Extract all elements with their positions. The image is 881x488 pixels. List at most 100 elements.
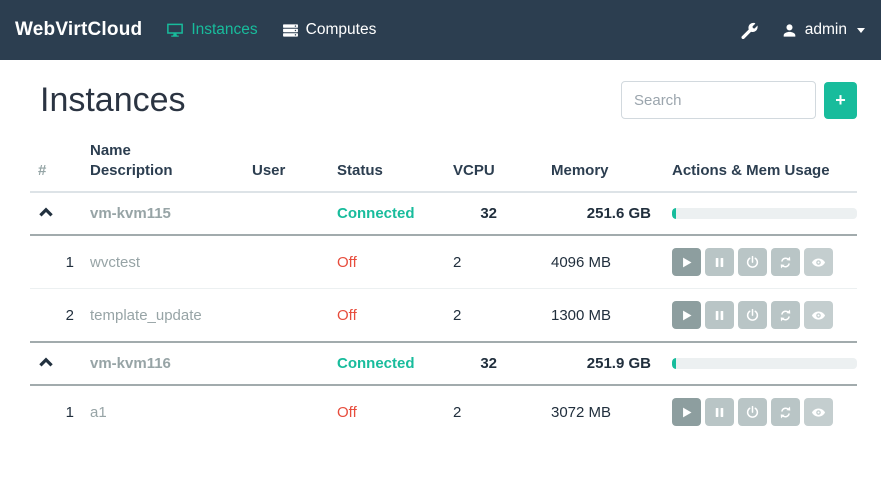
- instance-name-link[interactable]: a1: [90, 404, 107, 421]
- instance-row: 1 wvctest Off 2 4096 MB: [30, 235, 857, 289]
- power-icon: [745, 255, 760, 270]
- top-navbar: WebVirtCloud Instances Computes admin: [0, 0, 881, 60]
- main-content: Instances + # Name Description: [0, 80, 881, 438]
- power-button[interactable]: [738, 398, 767, 426]
- host-user-cell: [244, 342, 329, 385]
- power-button[interactable]: [738, 301, 767, 329]
- instance-index: 1: [30, 235, 82, 289]
- header-actions: Actions & Mem Usage: [664, 133, 857, 193]
- instances-table: # Name Description User Status VCPU Memo…: [30, 133, 857, 439]
- play-icon: [679, 308, 694, 323]
- host-vcpu: 32: [445, 342, 543, 385]
- user-menu-dropdown[interactable]: admin: [782, 21, 865, 39]
- eye-icon: [811, 308, 826, 323]
- instance-status: Off: [337, 404, 357, 421]
- nav-item-instances[interactable]: Instances: [166, 21, 257, 39]
- play-button[interactable]: [672, 248, 701, 276]
- power-button[interactable]: [738, 248, 767, 276]
- eye-button[interactable]: [804, 301, 833, 329]
- wrench-icon[interactable]: [741, 22, 758, 39]
- host-name-link[interactable]: vm-kvm116: [90, 355, 171, 372]
- header-name-description: Name Description: [82, 133, 244, 193]
- instance-row: 1 a1 Off 2 3072 MB: [30, 385, 857, 438]
- page-header: Instances +: [30, 80, 857, 121]
- page-title: Instances: [40, 80, 186, 121]
- user-icon: [782, 23, 797, 38]
- desktop-icon: [166, 21, 184, 39]
- refresh-button[interactable]: [771, 301, 800, 329]
- instance-vcpu: 2: [445, 235, 543, 289]
- power-icon: [745, 308, 760, 323]
- pause-button[interactable]: [705, 301, 734, 329]
- header-memory: Memory: [543, 133, 664, 193]
- table-header-row: # Name Description User Status VCPU Memo…: [30, 133, 857, 193]
- play-icon: [679, 255, 694, 270]
- refresh-icon: [778, 308, 793, 323]
- host-vcpu: 32: [445, 192, 543, 235]
- play-button[interactable]: [672, 398, 701, 426]
- header-user: User: [244, 133, 329, 193]
- refresh-button[interactable]: [771, 398, 800, 426]
- host-memory: 251.9 GB: [543, 342, 664, 385]
- add-instance-button[interactable]: +: [824, 82, 857, 119]
- instance-user-cell: [244, 235, 329, 289]
- nav-item-computes[interactable]: Computes: [282, 21, 377, 39]
- host-row: vm-kvm116 Connected 32 251.9 GB: [30, 342, 857, 385]
- host-user-cell: [244, 192, 329, 235]
- collapse-group-button[interactable]: [38, 204, 54, 223]
- instance-row: 2 template_update Off 2 1300 MB: [30, 289, 857, 343]
- instance-index: 2: [30, 289, 82, 343]
- header-status: Status: [329, 133, 445, 193]
- instance-name-link[interactable]: wvctest: [90, 254, 140, 271]
- nav-item-label: Instances: [191, 21, 257, 39]
- header-index: #: [30, 133, 82, 193]
- mem-usage-bar: [672, 358, 857, 369]
- refresh-icon: [778, 255, 793, 270]
- instance-memory: 4096 MB: [543, 235, 664, 289]
- instance-user-cell: [244, 385, 329, 438]
- search-toolbar: +: [621, 81, 857, 119]
- collapse-group-button[interactable]: [38, 354, 54, 373]
- mem-usage-bar: [672, 208, 857, 219]
- brand-link[interactable]: WebVirtCloud: [15, 19, 142, 41]
- instance-name-link[interactable]: template_update: [90, 307, 202, 324]
- plus-icon: +: [835, 91, 846, 109]
- mem-usage-fill: [672, 358, 676, 369]
- mem-usage-fill: [672, 208, 676, 219]
- instance-user-cell: [244, 289, 329, 343]
- play-icon: [679, 405, 694, 420]
- navbar-right: admin: [741, 21, 865, 39]
- play-button[interactable]: [672, 301, 701, 329]
- power-icon: [745, 405, 760, 420]
- eye-button[interactable]: [804, 248, 833, 276]
- instance-memory: 3072 MB: [543, 385, 664, 438]
- search-input[interactable]: [621, 81, 816, 119]
- eye-icon: [811, 255, 826, 270]
- host-name-link[interactable]: vm-kvm115: [90, 205, 171, 222]
- refresh-icon: [778, 405, 793, 420]
- eye-button[interactable]: [804, 398, 833, 426]
- instance-status: Off: [337, 307, 357, 324]
- user-menu-label: admin: [805, 21, 847, 39]
- caret-down-icon: [857, 28, 865, 33]
- pause-button[interactable]: [705, 398, 734, 426]
- webvirtcloud-app: WebVirtCloud Instances Computes admin: [0, 0, 881, 488]
- pause-button[interactable]: [705, 248, 734, 276]
- eye-icon: [811, 405, 826, 420]
- refresh-button[interactable]: [771, 248, 800, 276]
- instance-index: 1: [30, 385, 82, 438]
- pause-icon: [712, 405, 727, 420]
- host-memory: 251.6 GB: [543, 192, 664, 235]
- instance-memory: 1300 MB: [543, 289, 664, 343]
- nav-item-label: Computes: [306, 21, 377, 39]
- pause-icon: [712, 255, 727, 270]
- pause-icon: [712, 308, 727, 323]
- header-description: Description: [90, 161, 236, 181]
- chevron-up-icon: [38, 208, 54, 223]
- instance-status: Off: [337, 254, 357, 271]
- instance-vcpu: 2: [445, 289, 543, 343]
- server-icon: [282, 22, 299, 39]
- host-row: vm-kvm115 Connected 32 251.6 GB: [30, 192, 857, 235]
- host-status: Connected: [337, 205, 415, 222]
- header-name: Name: [90, 141, 236, 161]
